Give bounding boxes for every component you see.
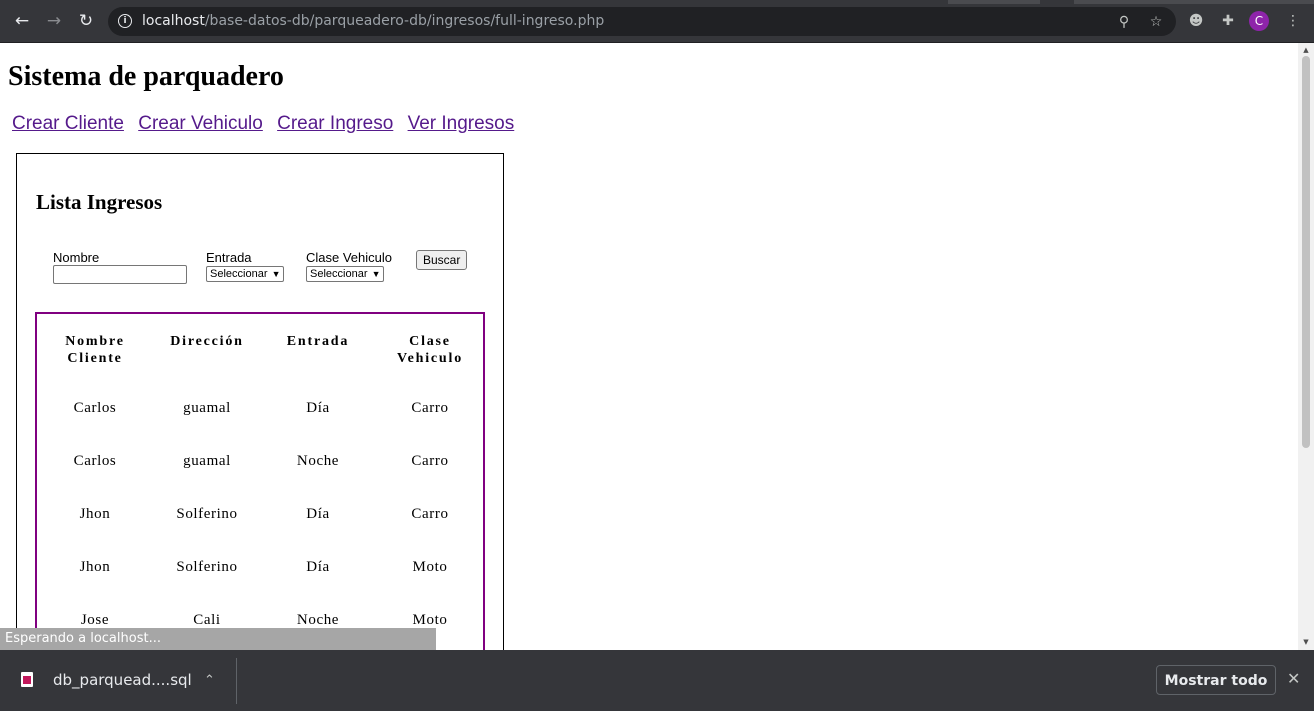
nav-crear-ingreso[interactable]: Crear Ingreso: [277, 113, 393, 134]
table-cell: Noche: [296, 612, 340, 628]
shelf-divider: [236, 658, 237, 704]
table-cell: Jhon: [79, 506, 111, 522]
table-cell: guamal: [183, 400, 231, 416]
table-header: Dirección: [170, 334, 244, 349]
avatar[interactable]: C: [1249, 11, 1269, 31]
url-path: /base-datos-db/parqueadero-db/ingresos/f…: [204, 13, 605, 29]
ingresos-panel: Lista Ingresos Nombre Entrada Selecciona…: [16, 153, 504, 650]
table-cell: Carro: [411, 506, 449, 522]
address-bar[interactable]: i localhost/base-datos-db/parqueadero-db…: [108, 7, 1176, 36]
info-icon[interactable]: i: [118, 14, 132, 28]
ingresos-table: Nombre Cliente Dirección Entrada Clase Vehi…: [35, 312, 485, 650]
table-cell: Carro: [411, 453, 449, 469]
browser-toolbar: ← → ↻ i localhost/base-datos-db/parquead…: [0, 0, 1314, 43]
extension-cat-icon[interactable]: ☻: [1186, 11, 1206, 31]
clase-selected: Seleccionar: [310, 268, 368, 280]
tab-strip-edge: [948, 0, 1040, 4]
table-cell: Solferino: [176, 506, 238, 522]
nav-ver-ingresos[interactable]: Ver Ingresos: [408, 113, 515, 134]
table-cell: Día: [306, 400, 330, 416]
puzzle-icon[interactable]: ✚: [1218, 11, 1238, 31]
back-icon[interactable]: ←: [12, 11, 32, 31]
table-cell: guamal: [183, 453, 231, 469]
chevron-up-icon[interactable]: ⌃: [204, 671, 215, 691]
scroll-thumb[interactable]: [1302, 56, 1310, 448]
chevron-down-icon: ▼: [271, 269, 281, 279]
table-header: Nombre Cliente: [65, 334, 125, 366]
url-host: localhost: [142, 13, 205, 29]
table-cell: Día: [306, 559, 330, 575]
nombre-input[interactable]: [53, 265, 187, 284]
clase-filter: Clase Vehiculo Seleccionar ▼: [306, 251, 392, 282]
nombre-filter: Nombre: [53, 251, 187, 284]
table-cell: Carlos: [73, 400, 117, 416]
table-cell: Solferino: [176, 559, 238, 575]
table-cell: Día: [306, 506, 330, 522]
entrada-filter: Entrada Seleccionar ▼: [206, 250, 285, 282]
table-cell: Cali: [193, 612, 221, 628]
table-header: Entrada: [286, 334, 350, 349]
buscar-button[interactable]: Buscar: [416, 250, 468, 270]
main-nav: Crear Cliente Crear Vehiculo Crear Ingre…: [12, 113, 523, 135]
table-cell: Carlos: [73, 453, 117, 469]
show-all-button[interactable]: Mostrar todo: [1156, 665, 1276, 695]
panel-title: Lista Ingresos: [36, 190, 163, 214]
star-icon[interactable]: ☆: [1146, 12, 1166, 32]
page-title: Sistema de parquadero: [8, 61, 284, 92]
status-bubble: Esperando a localhost...: [0, 628, 436, 650]
clase-label: Clase Vehiculo: [306, 250, 392, 265]
table-cell: Jhon: [79, 559, 111, 575]
page-viewport: Sistema de parquadero Crear Cliente Crea…: [0, 43, 1298, 650]
reload-icon[interactable]: ↻: [76, 11, 96, 31]
table-cell: Moto: [412, 559, 448, 575]
nombre-label: Nombre: [53, 250, 100, 265]
url-text[interactable]: localhost/base-datos-db/parqueadero-db/i…: [142, 7, 604, 36]
nav-crear-vehiculo[interactable]: Crear Vehiculo: [138, 113, 263, 134]
tab-strip-edge: [1074, 0, 1314, 4]
download-shelf: db_parquead....sql ⌃ Mostrar todo ✕: [0, 650, 1314, 711]
clase-select[interactable]: Seleccionar ▼: [306, 266, 385, 282]
scroll-up-icon[interactable]: ▲: [1301, 45, 1311, 55]
table-cell: Jose: [80, 612, 110, 628]
entrada-selected: Seleccionar: [210, 268, 268, 280]
menu-icon[interactable]: ⋮: [1283, 11, 1303, 31]
zoom-icon[interactable]: ⚲: [1114, 12, 1134, 32]
file-icon: [21, 672, 33, 687]
page-scrollbar[interactable]: ▲ ▼: [1298, 43, 1314, 650]
entrada-select[interactable]: Seleccionar ▼: [206, 266, 285, 282]
table-cell: Moto: [412, 612, 448, 628]
scroll-down-icon[interactable]: ▼: [1301, 637, 1311, 647]
table-cell: Noche: [296, 453, 340, 469]
close-icon[interactable]: ✕: [1287, 669, 1300, 689]
nav-crear-cliente[interactable]: Crear Cliente: [12, 113, 124, 134]
download-file-name[interactable]: db_parquead....sql: [53, 650, 192, 711]
entrada-label: Entrada: [206, 250, 252, 265]
table-cell: Carro: [411, 400, 449, 416]
table-header: Clase Vehiculo: [396, 334, 463, 366]
chevron-down-icon: ▼: [371, 269, 381, 279]
forward-icon[interactable]: →: [44, 11, 64, 31]
